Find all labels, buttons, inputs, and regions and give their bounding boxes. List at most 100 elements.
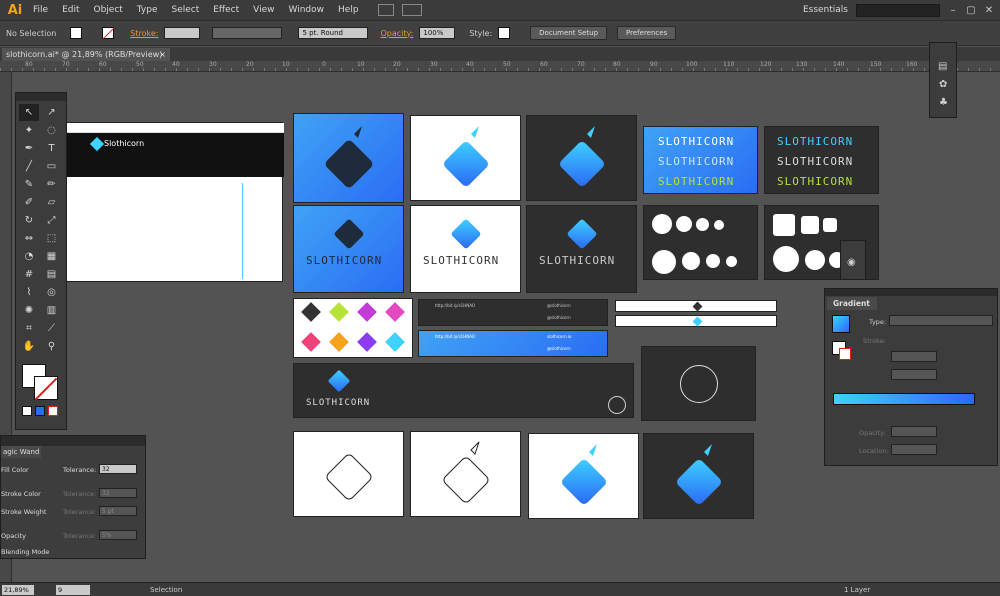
artboard-color-variants[interactable] [293, 298, 413, 358]
blending-mode-checkbox[interactable]: Blending Mode [1, 548, 49, 556]
brushes-icon[interactable]: ✿ [939, 79, 947, 90]
weight-tolerance-field[interactable]: 5 pt [99, 506, 137, 516]
free-transform-tool-icon[interactable]: ⬚ [42, 230, 62, 247]
gradient-type-select[interactable] [889, 315, 993, 326]
artboard-outline-1[interactable] [293, 431, 404, 517]
pencil-tool-icon[interactable]: ✏ [42, 176, 62, 193]
slice-tool-icon[interactable]: ⟋ [42, 320, 62, 337]
symbols-icon[interactable]: ♣ [939, 97, 948, 108]
fill-swatch[interactable] [70, 27, 83, 39]
none-mode-icon[interactable] [48, 406, 58, 416]
shape-builder-tool-icon[interactable]: ◔ [19, 248, 39, 265]
artboard-wordmark-stack-dark[interactable]: SLOTHICORN SLOTHICORN SLOTHICORN [764, 126, 879, 194]
selection-tool-icon[interactable]: ↖ [19, 104, 39, 121]
color-mode-icon[interactable] [22, 406, 32, 416]
stroke-color-box[interactable] [34, 376, 58, 400]
rotate-tool-icon[interactable]: ↻ [19, 212, 39, 229]
column-graph-tool-icon[interactable]: ▥ [42, 302, 62, 319]
rectangle-tool-icon[interactable]: ▭ [42, 158, 62, 175]
hand-tool-icon[interactable]: ✋ [19, 338, 39, 355]
artboard-final-white[interactable] [528, 433, 639, 519]
panel-grip[interactable] [16, 93, 66, 101]
direct-selection-tool-icon[interactable]: ↗ [42, 104, 62, 121]
brush-field[interactable]: 5 pt. Round [298, 27, 369, 39]
artboard-wordmark-stack-blue[interactable]: SLOTHICORN SLOTHICORN SLOTHICORN [643, 126, 758, 194]
menu-window[interactable]: Window [282, 5, 332, 15]
libraries-icon[interactable]: ▤ [938, 61, 947, 72]
stroke-mini[interactable] [839, 348, 851, 360]
menu-type[interactable]: Type [130, 5, 165, 15]
artboard-logo-wordmark-dark[interactable]: SLOTHICORN [526, 205, 637, 293]
line-tool-icon[interactable]: ╱ [19, 158, 39, 175]
stroke-weight-field[interactable] [164, 27, 201, 39]
menu-help[interactable]: Help [331, 5, 366, 15]
scale-tool-icon[interactable]: ⤢ [42, 212, 62, 229]
opacity-tolerance-field[interactable]: 5% [99, 530, 137, 540]
eyedropper-tool-icon[interactable]: ⌇ [19, 284, 39, 301]
artboard-logo-dark[interactable] [526, 115, 637, 201]
menu-select[interactable]: Select [164, 5, 206, 15]
artboard-website-mockup[interactable]: Slothicorn [65, 122, 284, 282]
stroke-option-1[interactable] [891, 351, 937, 362]
type-tool-icon[interactable]: T [42, 140, 62, 157]
blend-tool-icon[interactable]: ◎ [42, 284, 62, 301]
document-tab[interactable]: slothicorn.ai* @ 21,89% (RGB/Preview) × [2, 48, 170, 61]
artboard-social-cover-blue[interactable]: http://bit.ly/s1HNAO slothicorn.io @slot… [418, 330, 608, 357]
width-tool-icon[interactable]: ⇔ [19, 230, 39, 247]
document-setup-button[interactable]: Document Setup [530, 26, 608, 40]
artboard-logo-wordmark-blue[interactable]: SLOTHICORN [293, 205, 404, 293]
gradient-mode-icon[interactable] [35, 406, 45, 416]
fill-tolerance-field[interactable]: 32 [99, 464, 137, 474]
artboard-badges-dark[interactable] [643, 205, 758, 280]
artboard-strip-1[interactable] [615, 300, 777, 312]
pen-tool-icon[interactable]: ✒ [19, 140, 39, 157]
magic-wand-tool-icon[interactable]: ✦ [19, 122, 39, 139]
maximize-button[interactable]: ▢ [966, 5, 976, 16]
lasso-tool-icon[interactable]: ◌ [42, 122, 62, 139]
fill-color-checkbox[interactable]: Fill Color [1, 466, 29, 474]
menu-file[interactable]: File [26, 5, 55, 15]
close-tab-icon[interactable]: × [159, 48, 166, 61]
artboard-navigation-field[interactable]: 9 [56, 584, 90, 595]
opacity-checkbox[interactable]: Opacity [1, 532, 26, 540]
stroke-swatch[interactable] [102, 27, 115, 39]
gradient-location-field[interactable] [891, 444, 937, 455]
menu-object[interactable]: Object [87, 5, 130, 15]
gradient-slider[interactable] [833, 393, 975, 405]
stroke-option-2[interactable] [891, 369, 937, 380]
panel-grip[interactable] [825, 289, 997, 296]
blob-brush-tool-icon[interactable]: ✐ [19, 194, 39, 211]
arrange-documents-icon[interactable] [401, 4, 422, 16]
artboard-social-cover-dark[interactable]: http://bit.ly/s1HNAO @slothicorn @slothi… [418, 299, 608, 326]
artboard-tool-icon[interactable]: ⌗ [19, 320, 39, 337]
preferences-button[interactable]: Preferences [617, 26, 677, 40]
zoom-tool-icon[interactable]: ⚲ [42, 338, 62, 355]
mesh-tool-icon[interactable]: # [19, 266, 39, 283]
stroke-color-checkbox[interactable]: Stroke Color [1, 490, 41, 498]
bridge-icon[interactable] [377, 4, 394, 16]
eraser-tool-icon[interactable]: ▱ [42, 194, 62, 211]
panel-grip[interactable] [1, 436, 145, 446]
zoom-field[interactable]: 21,89% [2, 584, 34, 595]
workspace-switcher[interactable]: Essentials [803, 5, 848, 15]
current-tool-status[interactable]: Selection [150, 586, 182, 594]
appearance-icon[interactable]: ◉ [847, 257, 856, 268]
magic-wand-tab[interactable]: agic Wand [1, 446, 41, 458]
menu-view[interactable]: View [246, 5, 281, 15]
artboard-sloth-face[interactable] [641, 346, 756, 421]
menu-effect[interactable]: Effect [206, 5, 246, 15]
artboard-logo-blue[interactable] [293, 113, 404, 203]
gradient-opacity-field[interactable] [891, 426, 937, 437]
opacity-field[interactable]: 100% [419, 27, 456, 39]
gradient-tab[interactable]: Gradient [827, 297, 877, 310]
stroke-weight-checkbox[interactable]: Stroke Weight [1, 508, 46, 516]
perspective-grid-tool-icon[interactable]: ▦ [42, 248, 62, 265]
artboard-final-dark[interactable] [643, 433, 754, 519]
artboard-logo-wordmark-white[interactable]: SLOTHICORN [410, 205, 521, 293]
variable-width-field[interactable] [212, 27, 283, 39]
fill-stroke-control[interactable] [19, 362, 63, 402]
artboard-strip-2[interactable] [615, 315, 777, 327]
style-swatch[interactable] [498, 27, 511, 39]
symbol-sprayer-tool-icon[interactable]: ✺ [19, 302, 39, 319]
opacity-label[interactable]: Opacity: [380, 29, 413, 38]
